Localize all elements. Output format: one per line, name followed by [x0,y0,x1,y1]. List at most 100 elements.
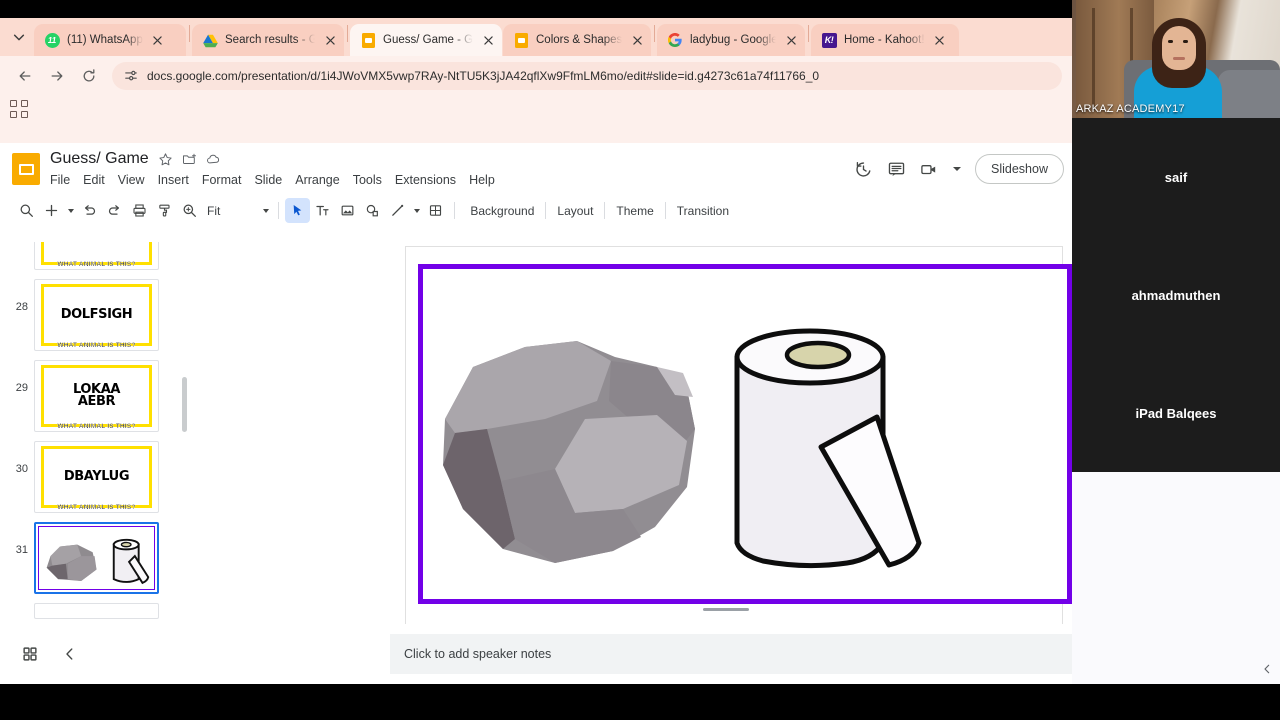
grid-view-icon[interactable] [22,646,38,662]
layout-button[interactable]: Layout [548,198,602,223]
close-icon[interactable] [150,32,166,48]
redo-icon[interactable] [102,198,127,223]
collapse-panel-icon[interactable] [1258,660,1276,678]
cloud-saved-icon[interactable] [206,152,221,167]
undo-icon[interactable] [77,198,102,223]
site-settings-icon[interactable] [124,69,138,83]
present-video-icon[interactable] [920,160,939,179]
reload-icon[interactable] [74,61,104,91]
version-history-icon[interactable] [854,160,873,179]
filmstrip-item-29[interactable]: 29 LOKAA AEBR WHAT ANIMAL IS THIS? [0,360,190,432]
shape-icon[interactable] [360,198,385,223]
insert-table-icon[interactable] [423,198,448,223]
print-icon[interactable] [127,198,152,223]
google-drive-icon [202,32,218,48]
menu-item-slide[interactable]: Slide [254,173,282,187]
browser-tab-kahoot[interactable]: K! Home - Kahoot! [811,24,959,56]
menu-item-insert[interactable]: Insert [158,173,189,187]
collapse-filmstrip-icon[interactable] [62,646,78,662]
filmstrip-item-31-selected[interactable]: 31 [0,522,190,594]
slide-thumbnail[interactable] [34,522,159,594]
browser-tab-whatsapp[interactable]: 11 (11) WhatsApp [34,24,186,56]
insert-image-icon[interactable] [335,198,360,223]
present-dropdown-icon[interactable] [953,167,962,171]
transition-button[interactable]: Transition [668,198,738,223]
zoom-dropdown-icon[interactable] [259,198,272,223]
browser-tab-search-results[interactable]: Search results - Goog [192,24,344,56]
move-to-folder-icon[interactable] [182,152,197,167]
speaker-notes-panel[interactable]: Click to add speaker notes [380,608,1072,684]
star-icon[interactable] [158,152,173,167]
browser-window: 11 (11) WhatsApp Search results - Goog [0,18,1072,684]
add-slide-icon[interactable] [39,198,64,223]
slide-number: 28 [15,301,28,313]
line-dropdown-icon[interactable] [410,198,423,223]
close-icon[interactable] [322,32,338,48]
browser-tab-colors-shapes[interactable]: Colors & Shapes - Go [503,24,651,56]
self-view-video-tile[interactable]: ARKAZ ACADEMY17 [1072,0,1280,118]
menu-item-edit[interactable]: Edit [83,173,105,187]
slide-thumbnail[interactable]: DBAYLUG WHAT ANIMAL IS THIS? [34,441,159,513]
filmstrip-scrollbar[interactable] [182,377,187,432]
close-icon[interactable] [629,32,645,48]
speaker-notes-field[interactable]: Click to add speaker notes [390,634,1072,674]
background-button[interactable]: Background [461,198,543,223]
menu-item-help[interactable]: Help [469,173,495,187]
search-icon[interactable] [14,198,39,223]
text-box-icon[interactable] [310,198,335,223]
participant-tile-ipad-balqees[interactable]: iPad Balqees [1072,354,1280,472]
select-cursor-icon[interactable] [285,198,311,223]
close-icon[interactable] [480,32,496,48]
speaker-notes-placeholder: Click to add speaker notes [404,647,552,661]
browser-tab-ladybug[interactable]: ladybug - Google Se [657,24,805,56]
sofa-arm [1218,70,1280,118]
menu-item-format[interactable]: Format [202,173,242,187]
rock-and-toilet-paper-thumb-icon [46,538,150,585]
apps-grid-icon[interactable] [10,99,30,120]
close-icon[interactable] [783,32,799,48]
participant-tile-ahmadmuthen[interactable]: ahmadmuthen [1072,236,1280,354]
slideshow-button[interactable]: Slideshow [975,154,1064,184]
notes-resize-handle[interactable] [703,608,749,611]
filmstrip-item-28[interactable]: 28 DOLFSIGH WHAT ANIMAL IS THIS? [0,279,190,351]
menu-item-file[interactable]: File [50,173,70,187]
filmstrip-item-partial-top[interactable]: OINOSARD WHAT ANIMAL IS THIS? [0,242,190,270]
tab-title: Home - Kahoot! [844,34,925,46]
toolbar-divider [278,202,280,219]
slide-content[interactable] [418,264,1072,604]
add-slide-dropdown-icon[interactable] [64,198,77,223]
address-bar[interactable]: docs.google.com/presentation/d/1i4JWoVMX… [112,62,1062,90]
tab-divider [189,25,190,42]
google-slides-app: Guess/ Game File Edit View Insert Format… [0,143,1072,684]
current-slide-frame[interactable] [406,247,1072,625]
document-title[interactable]: Guess/ Game [50,150,149,168]
tab-title: Search results - Goog [225,34,315,46]
bookmarks-bar [0,96,1072,123]
browser-tab-guess-game[interactable]: Guess/ Game - Goog [350,24,502,56]
slide-filmstrip[interactable]: OINOSARD WHAT ANIMAL IS THIS? 28 DOLFSIG… [0,242,190,684]
filmstrip-item-32-partial[interactable] [0,603,190,625]
line-icon[interactable] [385,198,410,223]
participant-tile-saif[interactable]: saif [1072,118,1280,236]
comment-icon[interactable] [887,160,906,179]
menu-item-tools[interactable]: Tools [353,173,382,187]
forward-icon[interactable] [42,61,72,91]
anagram-word: DBAYLUG [63,468,130,484]
filmstrip-item-30[interactable]: 30 DBAYLUG WHAT ANIMAL IS THIS? [0,441,190,513]
slide-thumbnail[interactable] [34,603,159,619]
slide-thumbnail[interactable]: LOKAA AEBR WHAT ANIMAL IS THIS? [34,360,159,432]
slide-thumbnail[interactable]: DOLFSIGH WHAT ANIMAL IS THIS? [34,279,159,351]
zoom-level-label[interactable]: Fit [202,204,225,218]
back-icon[interactable] [10,61,40,91]
menu-item-extensions[interactable]: Extensions [395,173,456,187]
theme-button[interactable]: Theme [607,198,662,223]
toolbar-divider [454,202,456,219]
anagram-subtitle: WHAT ANIMAL IS THIS? [57,504,136,511]
paint-format-icon[interactable] [152,198,177,223]
menu-item-arrange[interactable]: Arrange [295,173,339,187]
menu-item-view[interactable]: View [118,173,145,187]
zoom-icon[interactable] [177,198,202,223]
slide-thumbnail[interactable]: OINOSARD WHAT ANIMAL IS THIS? [34,242,159,270]
tab-search-dropdown-icon[interactable] [4,18,34,56]
close-icon[interactable] [932,32,948,48]
